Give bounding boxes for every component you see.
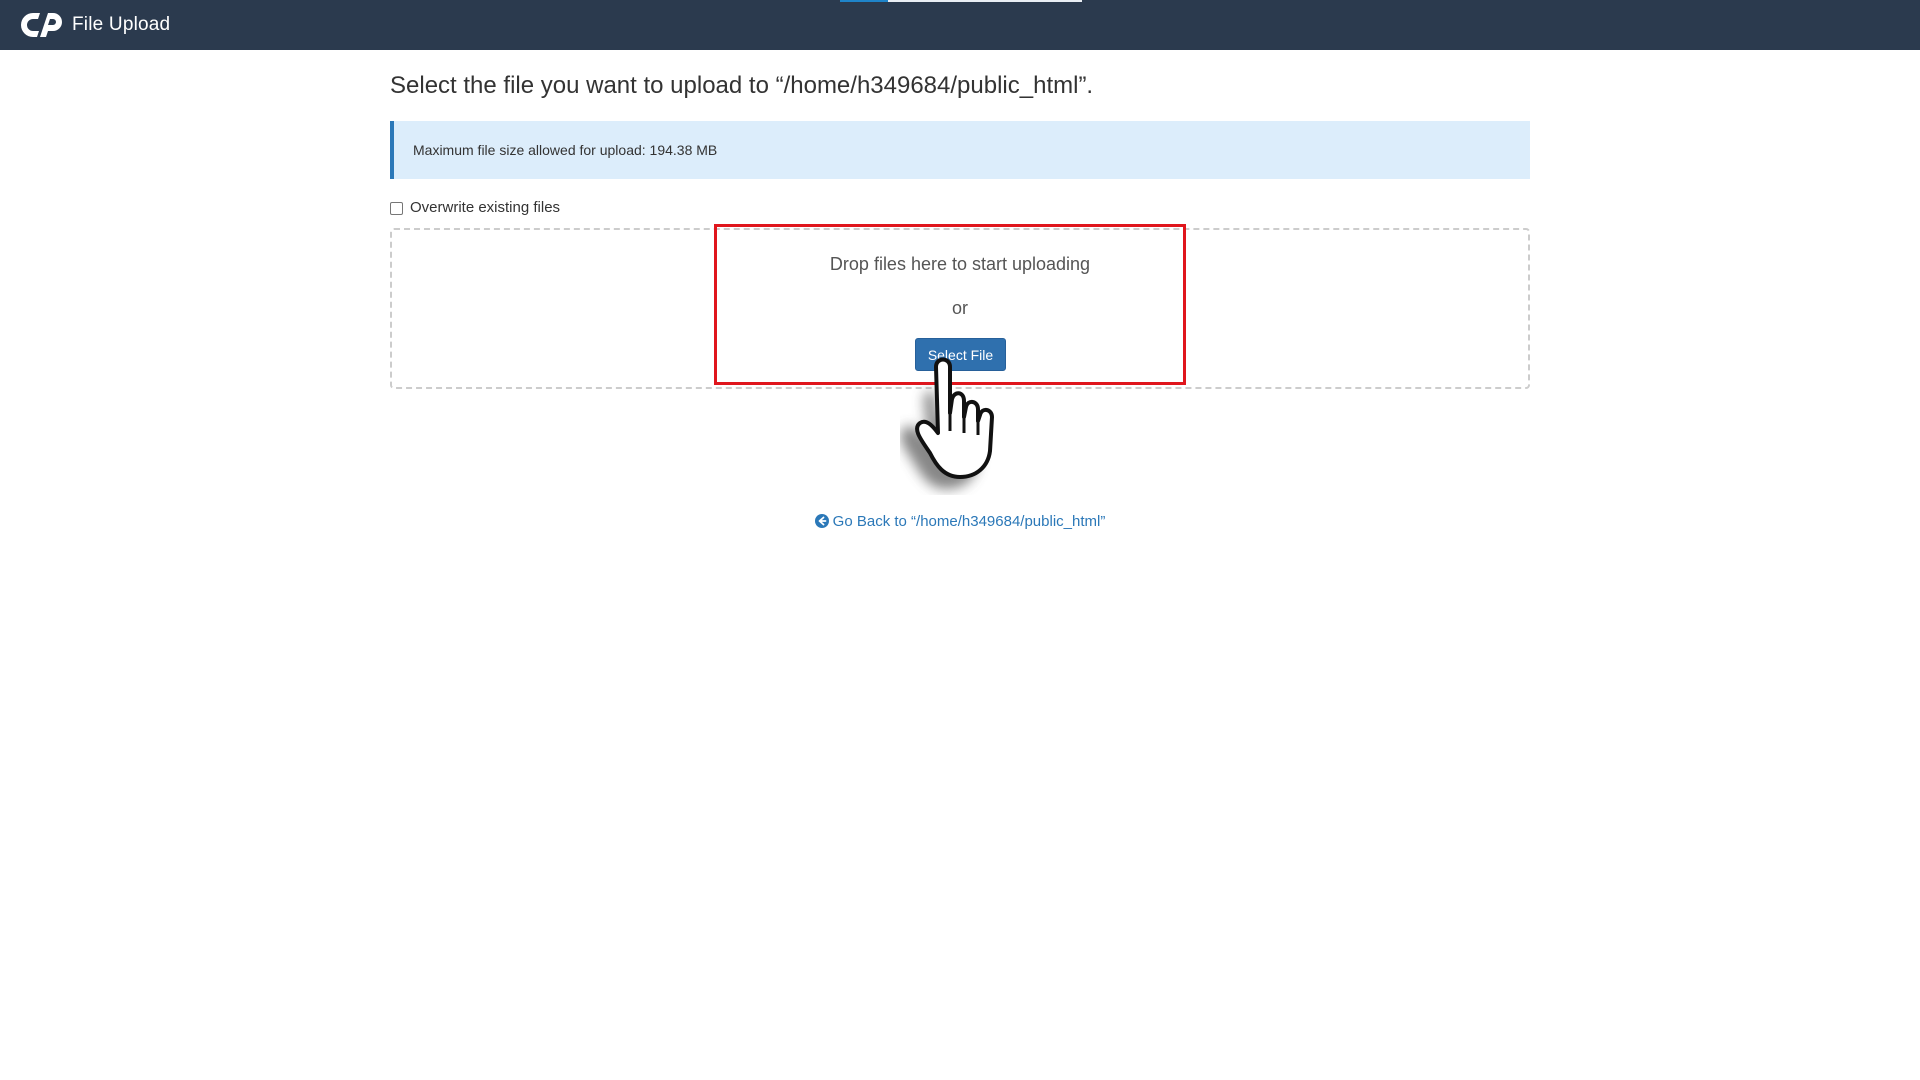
max-file-size-info: Maximum file size allowed for upload: 19… (390, 121, 1530, 180)
overwrite-checkbox[interactable] (390, 202, 403, 216)
overwrite-option[interactable]: Overwrite existing files (390, 199, 1530, 216)
page-title: Select the file you want to upload to “/… (390, 72, 1094, 99)
cpanel-logo-icon[interactable] (20, 8, 66, 42)
top-bar: File Upload (0, 0, 1920, 50)
hand-pointer-icon (900, 357, 994, 489)
arrow-circle-left-icon (814, 514, 829, 528)
go-back-label: Go Back to “/home/h349684/public_html” (832, 513, 1106, 530)
overwrite-label: Overwrite existing files (410, 199, 561, 217)
max-file-size-text: Maximum file size allowed for upload: 19… (413, 142, 718, 159)
loading-track (888, 0, 1082, 2)
go-back-link[interactable]: Go Back to “/home/h349684/public_html” (0, 513, 1920, 530)
loading-indicator (840, 0, 888, 2)
app-title: File Upload (72, 14, 171, 35)
